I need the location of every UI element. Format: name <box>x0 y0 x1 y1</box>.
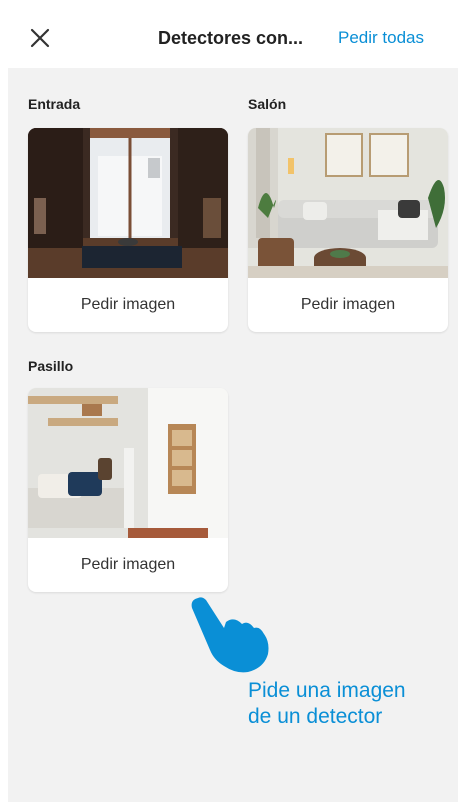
room-label-entrada: Entrada <box>28 96 81 112</box>
pointing-hand-icon <box>191 597 269 673</box>
detector-card-entrada: Pedir imagen <box>28 128 228 332</box>
page-title: Detectores con... <box>158 28 304 48</box>
room-label-pasillo: Pasillo <box>28 358 74 374</box>
close-button[interactable] <box>24 22 56 54</box>
room-label-salon: Salón <box>248 96 287 112</box>
hint-text: Pide una imagen de un detector <box>248 678 458 730</box>
detector-image-salon <box>248 128 448 278</box>
hint-line-1: Pide una imagen <box>248 679 406 702</box>
request-image-button-salon[interactable]: Pedir imagen <box>248 278 448 332</box>
detector-card-salon: Pedir imagen <box>248 128 448 332</box>
close-icon <box>30 28 50 48</box>
detector-image-pasillo <box>28 388 228 538</box>
detector-card-pasillo: Pedir imagen <box>28 388 228 592</box>
request-image-button-entrada[interactable]: Pedir imagen <box>28 278 228 332</box>
request-all-button[interactable]: Pedir todas <box>338 28 424 48</box>
hint-line-2: de un detector <box>248 705 383 728</box>
detector-image-entrada <box>28 128 228 278</box>
top-bar: Detectores con... Pedir todas <box>8 0 458 68</box>
request-image-button-pasillo[interactable]: Pedir imagen <box>28 538 228 592</box>
screen: Detectores con... Pedir todas Entrada Pe… <box>8 0 458 802</box>
